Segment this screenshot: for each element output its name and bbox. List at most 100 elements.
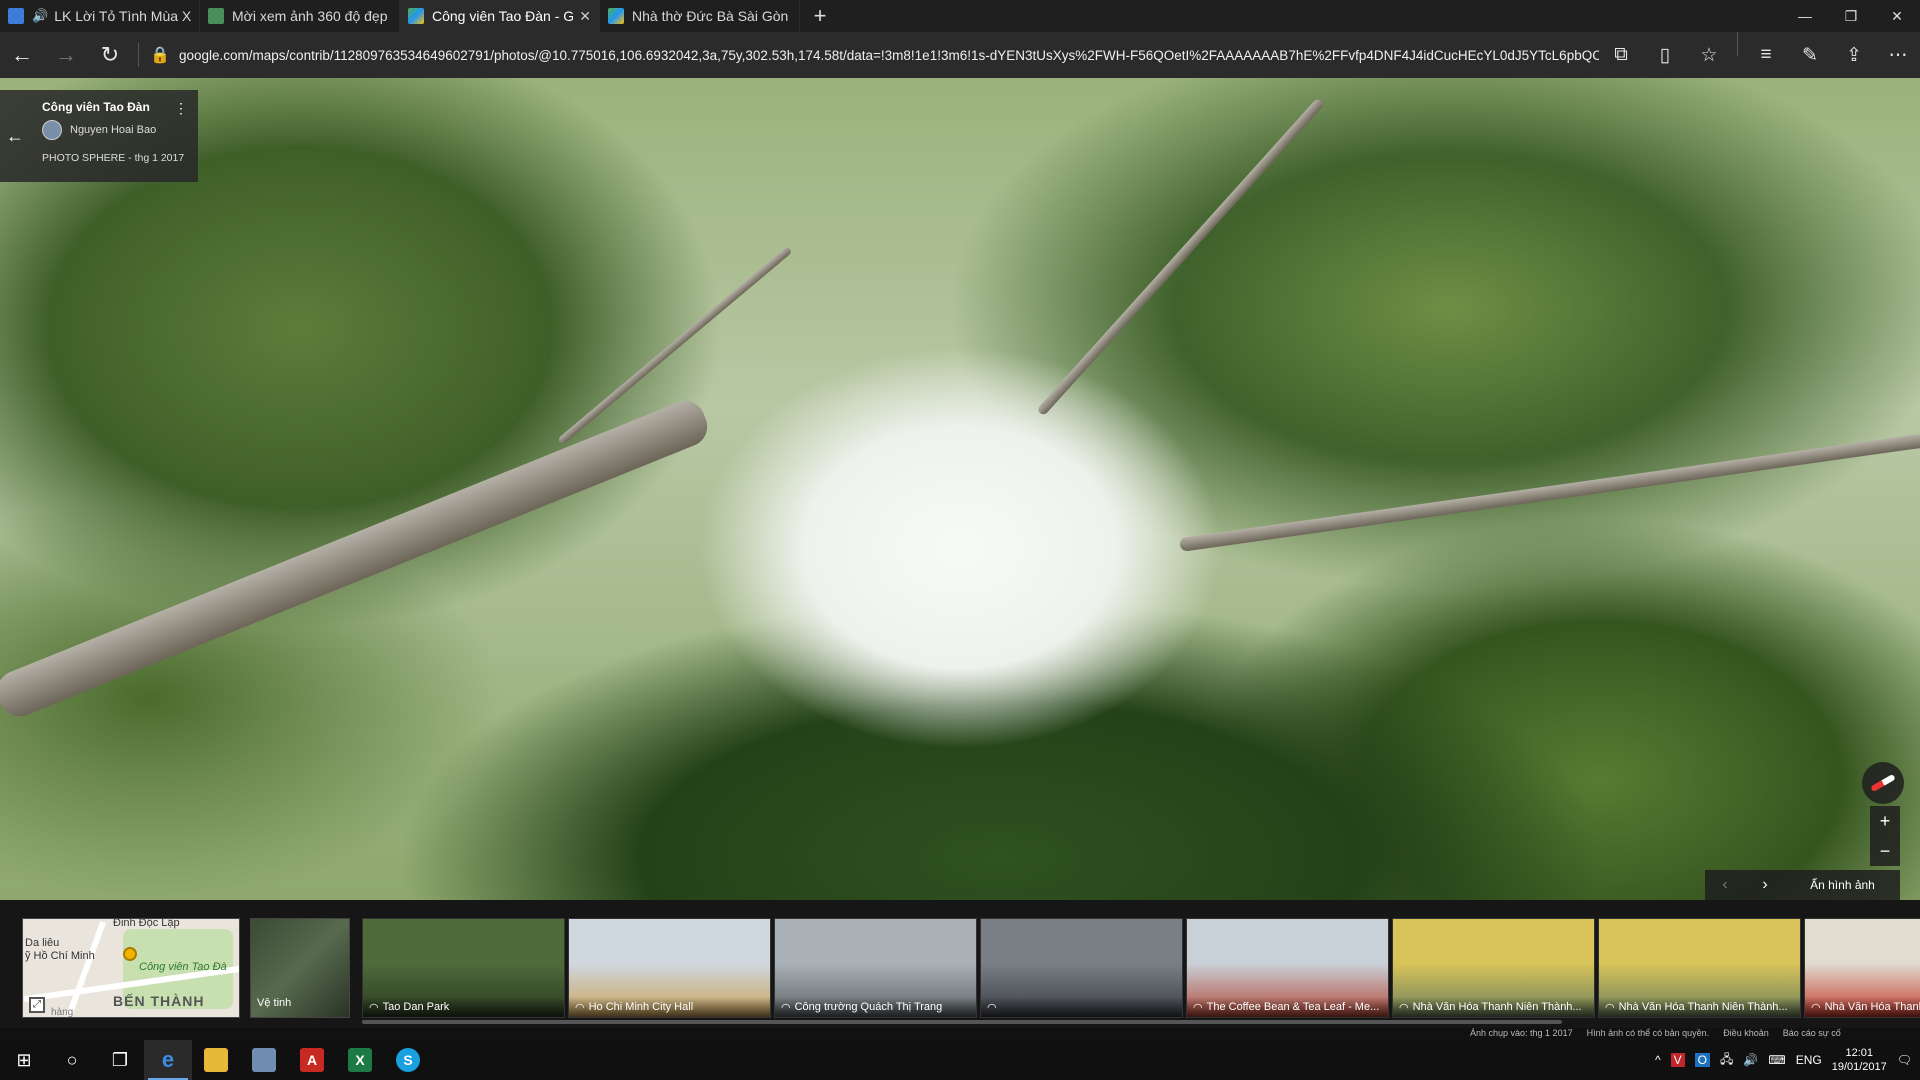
windows-start-icon[interactable]: ⊞	[0, 1040, 48, 1080]
volume-icon[interactable]: 🔊	[1743, 1053, 1758, 1067]
keyboard-icon[interactable]: ⌨	[1768, 1053, 1785, 1067]
hub-icon[interactable]: ≡	[1744, 32, 1788, 78]
location-pin-icon	[123, 947, 137, 961]
photo-thumbnail[interactable]: ◠ Ho Chi Minh City Hall	[568, 918, 771, 1018]
clock-date: 19/01/2017	[1831, 1061, 1887, 1073]
lock-icon[interactable]: 🔒	[145, 45, 175, 65]
chevron-right-icon[interactable]: ›	[1745, 876, 1785, 894]
skype-icon[interactable]: S	[384, 1040, 432, 1080]
close-tab-icon[interactable]: ✕	[579, 8, 591, 25]
favorite-star-icon[interactable]: ☆	[1687, 32, 1731, 78]
satellite-label: Vệ tinh	[257, 997, 292, 1009]
expand-icon[interactable]: ⤢	[29, 997, 45, 1013]
extension-icon[interactable]: ⧉	[1599, 32, 1643, 78]
photo-thumbnail[interactable]: ◠ Công trường Quách Thị Trang	[774, 918, 977, 1018]
author-row[interactable]: Nguyen Hoai Bao	[42, 120, 186, 140]
web-note-icon[interactable]: ✎	[1788, 32, 1832, 78]
panorama-icon: ◠	[575, 1001, 585, 1014]
panorama-icon: ◠	[1811, 1001, 1821, 1014]
notifications-icon[interactable]: 🗨	[1897, 1053, 1912, 1067]
street-label: hàng	[51, 1007, 74, 1018]
refresh-icon[interactable]: ↻	[88, 32, 132, 78]
thumbnail-caption-text: Nhà Văn Hóa Thanh Niên Thành...	[1618, 1001, 1788, 1013]
tab-music[interactable]: 🔊 LK Lời Tỏ Tình Mùa Xuân	[0, 0, 200, 32]
thumbnail-caption-text: Công trường Quách Thị Trang	[794, 1001, 943, 1013]
clock[interactable]: 12:01 19/01/2017	[1832, 1046, 1887, 1074]
photo-thumbnail[interactable]: ◠ Tao Dan Park	[362, 918, 565, 1018]
outlook-icon[interactable]: O	[1694, 1053, 1711, 1067]
divider	[138, 43, 139, 67]
url-field[interactable]: google.com/maps/contrib/1128097635346496…	[175, 48, 1599, 63]
panorama-icon: ◠	[369, 1001, 379, 1014]
windows-taskbar: ⊞ ○ ❐ e A X S ^ V O 🖧 🔊 ⌨ ENG 12:01 19/0…	[0, 1040, 1920, 1080]
thumbnail-caption: ◠ Nhà Văn Hóa Thanh Niên Thành...	[1393, 997, 1594, 1017]
filmstrip-scrollbar[interactable]	[362, 1020, 1562, 1024]
divider	[1737, 32, 1738, 56]
photo-thumbnails: ◠ Tao Dan Park ◠ Ho Chi Minh City Hall ◠ Công…	[362, 918, 1920, 1018]
excel-icon[interactable]: X	[336, 1040, 384, 1080]
new-tab-button[interactable]: +	[800, 0, 840, 32]
photo-info-card: Công viên Tao Đàn ⋮ Nguyen Hoai Bao PHOT…	[30, 90, 198, 182]
more-vert-icon[interactable]: ⋮	[174, 100, 188, 117]
clock-time: 12:01	[1845, 1047, 1873, 1059]
thumbnail-caption: ◠ Nhà Văn Hóa Thanh Niên Thành...	[1599, 997, 1800, 1017]
nav-toolbar: ⧉ ▯ ☆ ≡ ✎ ⇪ ⋯	[1599, 32, 1920, 78]
minimap[interactable]: Đinh Độc Lập Da liêu ỹ Hồ Chí Minh Công …	[22, 918, 240, 1018]
back-arrow-icon[interactable]: ←	[0, 90, 30, 182]
tab-title: Công viên Tao Đàn - Go	[432, 8, 574, 24]
thumbnail-caption: ◠	[981, 997, 1182, 1017]
photo-thumbnail[interactable]: ◠ Nhà Văn Hóa Thanh Niên Thành...	[1392, 918, 1595, 1018]
acrobat-icon[interactable]: A	[288, 1040, 336, 1080]
photo-thumbnail[interactable]: ◠ Nhà Văn Hóa Thanh Niên Thành...	[1598, 918, 1801, 1018]
tree-branch	[1036, 97, 1325, 417]
reading-view-icon[interactable]: ▯	[1643, 32, 1687, 78]
terms-link[interactable]: Điều khoản	[1723, 1028, 1769, 1038]
photo-thumbnail[interactable]: ◠ Nhà Văn Hóa Thanh	[1804, 918, 1920, 1018]
network-icon[interactable]: 🖧	[1720, 1050, 1733, 1071]
thumbnail-caption-text: Nhà Văn Hóa Thanh	[1824, 1001, 1920, 1013]
chevron-up-icon[interactable]: ^	[1655, 1053, 1661, 1067]
window-controls: — ❐ ✕	[1782, 0, 1920, 32]
zoom-out-button[interactable]: −	[1870, 836, 1900, 866]
tab-maps-cathedral[interactable]: Nhà thờ Đức Bà Sài Gòn - G	[600, 0, 800, 32]
back-arrow-icon[interactable]: ←	[0, 32, 44, 78]
thumbnail-caption: ◠ Tao Dan Park	[363, 997, 564, 1017]
thumbnail-caption: ◠ Công trường Quách Thị Trang	[775, 997, 976, 1017]
restore-icon[interactable]: ❐	[1828, 0, 1874, 32]
photo-sphere-viewer[interactable]: ← Công viên Tao Đàn ⋮ Nguyen Hoai Bao PH…	[0, 78, 1920, 900]
tab-maps-active[interactable]: Công viên Tao Đàn - Go ✕	[400, 0, 600, 32]
language-indicator[interactable]: ENG	[1796, 1053, 1822, 1067]
speaker-icon[interactable]: 🔊	[32, 8, 48, 24]
photo-thumbnail[interactable]: ◠ The Coffee Bean & Tea Leaf - Me...	[1186, 918, 1389, 1018]
district-label: BẾN THÀNH	[113, 993, 205, 1009]
task-view-icon[interactable]: ❐	[96, 1040, 144, 1080]
zoom-in-button[interactable]: +	[1870, 806, 1900, 836]
park-label: Công viên Tao Đà	[139, 961, 227, 973]
tab-article[interactable]: Mời xem ảnh 360 độ đẹp ở	[200, 0, 400, 32]
tab-title: Mời xem ảnh 360 độ đẹp ở	[232, 8, 391, 24]
zoom-controls: + −	[1870, 806, 1900, 866]
edge-browser-icon[interactable]: e	[144, 1040, 192, 1080]
satellite-toggle[interactable]: Vệ tinh	[250, 918, 350, 1018]
minimize-icon[interactable]: —	[1782, 0, 1828, 32]
chevron-left-icon[interactable]: ‹	[1705, 876, 1745, 894]
panorama-icon: ◠	[1605, 1001, 1615, 1014]
more-icon[interactable]: ⋯	[1876, 32, 1920, 78]
hide-images-button[interactable]: Ẩn hình ảnh	[1785, 878, 1900, 892]
compass-icon[interactable]	[1862, 762, 1904, 804]
compass-needle	[1870, 773, 1896, 793]
network-app-icon[interactable]	[240, 1040, 288, 1080]
cortana-circle-icon[interactable]: ○	[48, 1040, 96, 1080]
place-title[interactable]: Công viên Tao Đàn	[42, 100, 186, 114]
tab-title: Nhà thờ Đức Bà Sài Gòn - G	[632, 8, 791, 24]
close-window-icon[interactable]: ✕	[1874, 0, 1920, 32]
antivirus-icon[interactable]: V	[1670, 1053, 1685, 1067]
panorama-icon: ◠	[1193, 1001, 1203, 1014]
file-explorer-icon[interactable]	[192, 1040, 240, 1080]
tab-bar: 🔊 LK Lời Tỏ Tình Mùa Xuân Mời xem ảnh 36…	[0, 0, 1920, 32]
report-link[interactable]: Báo cáo sự cố	[1783, 1028, 1841, 1038]
forward-arrow-icon[interactable]: →	[44, 32, 88, 78]
thumbnail-caption-text: Ho Chi Minh City Hall	[588, 1001, 694, 1013]
photo-thumbnail[interactable]: ◠	[980, 918, 1183, 1018]
share-icon[interactable]: ⇪	[1832, 32, 1876, 78]
